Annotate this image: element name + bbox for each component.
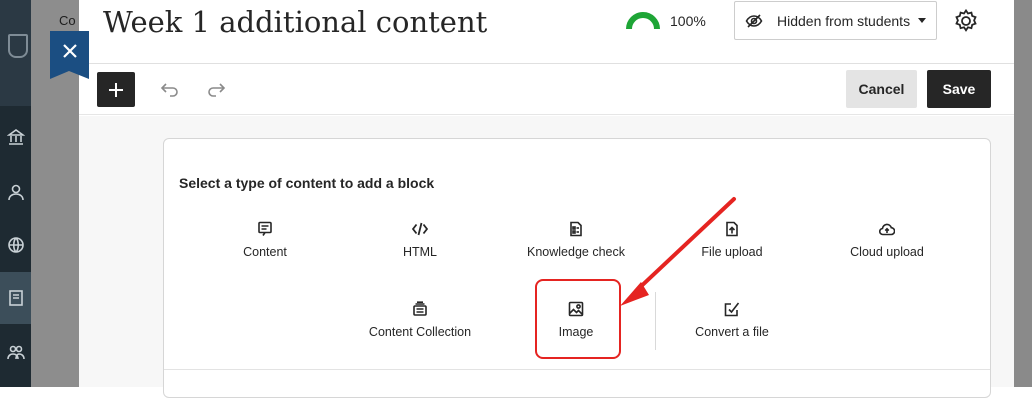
block-option-content-collection[interactable]: Content Collection [345, 301, 495, 351]
block-option-content[interactable]: Content [190, 221, 340, 271]
settings-button[interactable] [953, 8, 979, 34]
picker-divider [655, 292, 656, 350]
block-option-html[interactable]: HTML [345, 221, 495, 271]
cancel-button[interactable]: Cancel [846, 70, 917, 108]
globe-icon[interactable] [7, 236, 25, 254]
block-option-label: HTML [402, 245, 438, 259]
progress-gauge [626, 12, 660, 30]
add-block-button[interactable] [97, 72, 135, 107]
visibility-dropdown[interactable]: Hidden from students [734, 1, 937, 40]
annotation-highlight-box [535, 279, 621, 359]
editor-toolbar: Cancel Save [79, 65, 1014, 115]
block-option-convert-file[interactable]: Convert a file [657, 301, 807, 351]
picker-title: Select a type of content to add a block [179, 175, 435, 191]
background-breadcrumb: Co [59, 13, 76, 28]
picker-footer-divider [164, 369, 990, 370]
navigation-rail [0, 0, 31, 387]
courses-icon[interactable] [7, 289, 25, 307]
gear-icon [955, 8, 977, 32]
panel-header: Week 1 additional content 100% Hidden fr… [79, 0, 1014, 64]
institution-icon[interactable] [7, 128, 25, 146]
redo-button[interactable] [206, 80, 226, 98]
block-option-label: Content Collection [368, 325, 472, 339]
page-title: Week 1 additional content [103, 5, 488, 39]
undo-icon [160, 83, 178, 97]
save-button[interactable]: Save [927, 70, 991, 108]
document-text-icon [257, 221, 273, 237]
institution-logo [0, 0, 31, 106]
undo-button[interactable] [160, 80, 180, 98]
progress-label: 100% [670, 13, 706, 29]
eye-slash-icon [745, 12, 763, 30]
block-option-label: Cloud upload [850, 245, 924, 259]
convert-file-icon [724, 301, 740, 317]
code-icon [412, 221, 428, 237]
progress-gauge-arc [626, 12, 660, 30]
collection-icon [412, 301, 428, 317]
block-option-label: Content [243, 245, 287, 259]
block-option-file-upload[interactable]: File upload [657, 221, 807, 271]
background-scrollbar-area [1014, 0, 1032, 387]
plus-icon [109, 82, 123, 97]
redo-icon [208, 83, 226, 97]
cloud-upload-icon [879, 221, 895, 237]
block-option-cloud-upload[interactable]: Cloud upload [812, 221, 962, 271]
profile-icon[interactable] [7, 183, 25, 201]
block-option-knowledge-check[interactable]: Knowledge check [501, 221, 651, 271]
block-type-picker: Select a type of content to add a block … [163, 138, 991, 398]
file-upload-icon [724, 221, 740, 237]
content-editor-panel: Week 1 additional content 100% Hidden fr… [50, 0, 1014, 398]
editor-canvas: Select a type of content to add a block … [79, 116, 1014, 398]
block-option-label: Convert a file [695, 325, 769, 339]
visibility-label: Hidden from students [777, 12, 911, 29]
groups-icon[interactable] [7, 343, 25, 361]
close-panel-button[interactable] [50, 31, 89, 79]
checklist-icon [568, 221, 584, 237]
block-option-label: Knowledge check [527, 245, 625, 259]
chevron-down-icon [918, 18, 927, 23]
block-option-label: File upload [701, 245, 763, 259]
close-icon [62, 44, 77, 58]
